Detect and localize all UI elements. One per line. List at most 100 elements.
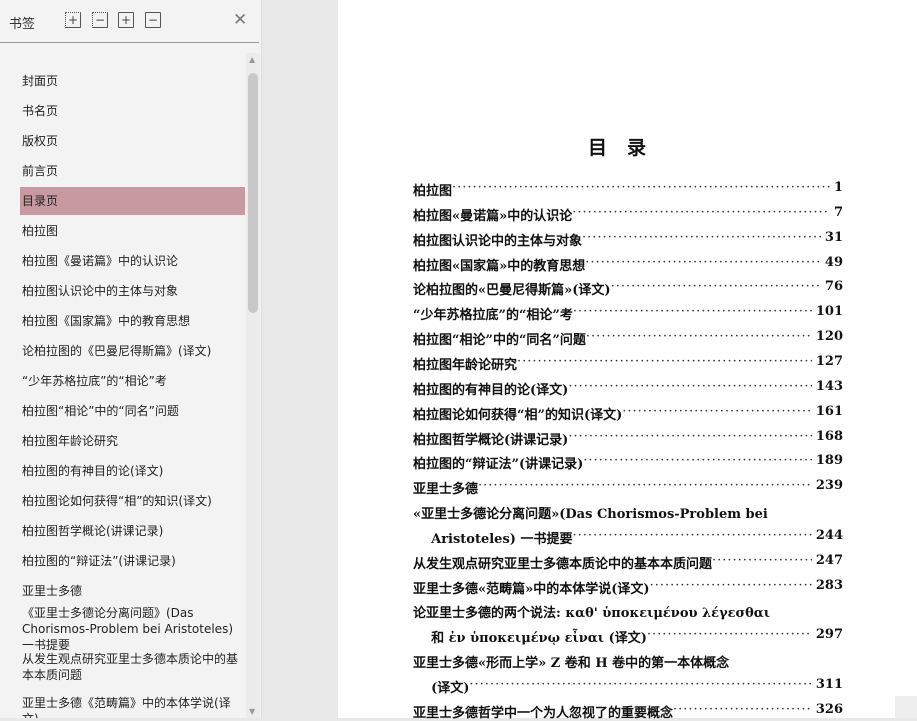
collapse-all-icon[interactable]: − bbox=[92, 12, 108, 28]
toc-entry[interactable]: 柏拉图哲学概论(讲课记录) 168 bbox=[413, 429, 843, 448]
toc-entry[interactable]: 柏拉图«曼诺篇»中的认识论 7 bbox=[413, 205, 843, 224]
toc-entry-page: 239 bbox=[815, 478, 843, 494]
scroll-up-icon[interactable]: ▲ bbox=[249, 55, 255, 64]
expand-all-icon[interactable]: + bbox=[65, 12, 81, 28]
scrollbar[interactable]: ▲ ▼ bbox=[246, 53, 260, 718]
toc-entry-title: 亚里士多德 bbox=[413, 482, 479, 498]
toc-entry[interactable]: 论亚里士多德的两个说法: καθ' ὑποκειμένου λέγεσθαι bbox=[413, 602, 843, 621]
toc-entry[interactable]: 柏拉图认识论中的主体与对象 31 bbox=[413, 230, 843, 249]
leader-dots bbox=[586, 329, 812, 348]
bookmark-header: 书签 + − + − ✕ bbox=[0, 0, 259, 43]
toc-entry-page: 244 bbox=[815, 527, 843, 543]
toc-entry[interactable]: 柏拉图论如何获得“相”的知识(译文) 161 bbox=[413, 404, 843, 423]
bookmark-item[interactable]: 前言页 bbox=[20, 157, 245, 185]
bookmark-item[interactable]: 亚里士多德《范畴篇》中的本体学说(译文) bbox=[20, 689, 245, 718]
toc-entry-page: 189 bbox=[815, 453, 843, 469]
leader-dots bbox=[452, 180, 830, 199]
bookmark-item[interactable]: 柏拉图哲学概论(讲课记录) bbox=[20, 517, 245, 545]
document-page: 目录 柏拉图 1 柏拉图«曼诺篇»中的认识论 7 柏拉图认识论中的主体与对象 31 柏拉图«… bbox=[338, 0, 917, 721]
toc-entry-page: 283 bbox=[815, 577, 843, 593]
scroll-down-icon[interactable]: ▼ bbox=[249, 707, 255, 716]
toc-entry-page: 7 bbox=[833, 204, 843, 220]
toc-entry[interactable]: 柏拉图年龄论研究 127 bbox=[413, 354, 843, 373]
bookmark-item[interactable]: 柏拉图《曼诺篇》中的认识论 bbox=[20, 247, 245, 275]
bookmark-list: 封面页 书名页 版权页 前言页 目录页 柏拉图 柏拉图《曼诺篇》中的认识论 柏拉图认识论中的主… bbox=[0, 53, 246, 718]
bookmark-item[interactable]: 封面页 bbox=[20, 67, 245, 95]
toc-entry-page: 101 bbox=[815, 304, 843, 320]
bookmark-item[interactable]: 柏拉图的有神目的论(译文) bbox=[20, 457, 245, 485]
leader-dots bbox=[611, 279, 821, 298]
leader-dots bbox=[572, 205, 830, 224]
toc-entry-title: 亚里士多德«形而上学» Z 卷和 H 卷中的第一本体概念 bbox=[413, 656, 730, 672]
leader-dots bbox=[582, 230, 821, 249]
toc-entry[interactable]: 柏拉图的有神目的论(译文) 143 bbox=[413, 379, 843, 398]
toc-entry-page: 311 bbox=[815, 677, 843, 692]
bookmark-item[interactable]: 版权页 bbox=[20, 127, 245, 155]
toc-entry-title: 柏拉图 bbox=[413, 184, 453, 199]
toc-entry[interactable]: “少年苏格拉底”的“相论”考 101 bbox=[413, 304, 843, 323]
bookmark-item[interactable]: 柏拉图的“辩证法”(讲课记录) bbox=[20, 547, 245, 575]
leader-dots bbox=[712, 553, 812, 572]
toc-entry-page: 49 bbox=[824, 254, 843, 270]
toc-entry-page: 127 bbox=[815, 353, 843, 369]
toc-entry-page: 168 bbox=[815, 428, 843, 444]
bookmark-item[interactable]: 柏拉图 bbox=[20, 217, 245, 245]
toc-entry[interactable]: 柏拉图的“辩证法”(讲课记录) 189 bbox=[413, 453, 843, 472]
bookmark-item[interactable]: 柏拉图论如何获得“相”的知识(译文) bbox=[20, 487, 245, 515]
toc-entry-title: 柏拉图«曼诺篇»中的认识论 bbox=[413, 208, 573, 224]
toc-entry[interactable]: Aristoteles) 一书提要 244 bbox=[413, 528, 843, 547]
add-bookmark-icon[interactable]: + bbox=[118, 12, 134, 28]
bookmark-item[interactable]: 论柏拉图的《巴曼尼得斯篇》(译文) bbox=[20, 337, 245, 365]
bookmark-item[interactable]: 从发生观点研究亚里士多德本质论中的基本本质问题 bbox=[20, 645, 245, 689]
toc-entry[interactable]: 柏拉图«国家篇»中的教育思想 49 bbox=[413, 255, 843, 274]
leader-dots bbox=[568, 429, 812, 448]
toc-entry[interactable]: 从发生观点研究亚里士多德本质论中的基本本质问题 247 bbox=[413, 553, 843, 572]
toc-entry-page: 247 bbox=[815, 552, 843, 568]
toc-entry-title: 柏拉图论如何获得“相”的知识(译文) bbox=[413, 407, 623, 423]
bookmark-item[interactable]: 柏拉图认识论中的主体与对象 bbox=[20, 277, 245, 305]
bookmark-item[interactable]: 目录页 bbox=[20, 187, 245, 215]
toc-entry-title: 柏拉图哲学概论(讲课记录) bbox=[413, 432, 569, 448]
leader-dots bbox=[650, 578, 812, 597]
leader-dots bbox=[469, 677, 811, 696]
toc-entry-page: 297 bbox=[815, 627, 843, 643]
toc-entry[interactable]: «亚里士多德论分离问题»(Das Chorismos-Problem bei bbox=[413, 503, 843, 522]
remove-bookmark-icon[interactable]: − bbox=[145, 12, 161, 28]
toc-entry-title: “少年苏格拉底”的“相论”考 bbox=[413, 308, 573, 324]
toc-entry-title: 柏拉图认识论中的主体与对象 bbox=[413, 233, 583, 249]
corner-button[interactable] bbox=[895, 696, 917, 718]
toc-entry-page: 31 bbox=[824, 229, 843, 245]
leader-dots bbox=[517, 354, 812, 373]
toc-entry[interactable]: 和 ἐν ὑποκειμένῳ εἶναι (译文) 297 bbox=[413, 627, 843, 646]
toc-entry[interactable]: 亚里士多德 239 bbox=[413, 478, 843, 497]
toc-entry-title: Aristoteles) 一书提要 bbox=[413, 531, 573, 547]
page-title: 目录 bbox=[588, 137, 667, 159]
toc-entry[interactable]: 亚里士多德«形而上学» Z 卷和 H 卷中的第一本体概念 bbox=[413, 652, 843, 671]
toc-entry[interactable]: 柏拉图“相论”中的“同名”问题 120 bbox=[413, 329, 843, 348]
toc-entry-title: 和 ἐν ὑποκειμένῳ εἶναι (译文) bbox=[413, 631, 647, 647]
leader-dots bbox=[647, 627, 812, 646]
toc-entry[interactable]: (译文) 311 bbox=[413, 677, 843, 696]
bookmark-item[interactable]: “少年苏格拉底”的“相论”考 bbox=[20, 367, 245, 395]
scrollbar-thumb[interactable] bbox=[248, 73, 258, 313]
leader-dots bbox=[573, 304, 812, 323]
toc-entry[interactable]: 论柏拉图的«巴曼尼得斯篇»(译文) 76 bbox=[413, 279, 843, 298]
leader-dots bbox=[622, 404, 812, 423]
bookmark-panel-title: 书签 bbox=[9, 17, 36, 32]
bookmark-item[interactable]: 柏拉图年龄论研究 bbox=[20, 427, 245, 455]
leader-dots bbox=[572, 528, 811, 547]
leader-dots bbox=[585, 255, 821, 274]
toc-entry[interactable]: 柏拉图 1 bbox=[413, 180, 843, 199]
toc-entry[interactable]: 亚里士多德«范畴篇»中的本体学说(译文) 283 bbox=[413, 578, 843, 597]
toc-entry-title: 柏拉图«国家篇»中的教育思想 bbox=[413, 258, 586, 274]
toc-entry-title: 柏拉图“相论”中的“同名”问题 bbox=[413, 333, 586, 349]
leader-dots bbox=[478, 478, 812, 497]
bookmark-item[interactable]: 柏拉图《国家篇》中的教育思想 bbox=[20, 307, 245, 335]
toc-entry-page: 143 bbox=[815, 378, 843, 394]
close-icon[interactable]: ✕ bbox=[233, 10, 247, 30]
bookmark-item[interactable]: 书名页 bbox=[20, 97, 245, 125]
toc-entry-page: 1 bbox=[833, 180, 843, 195]
toc-entry-title: 亚里士多德«范畴篇»中的本体学说(译文) bbox=[413, 581, 650, 597]
bookmark-item[interactable]: 柏拉图“相论”中的“同名”问题 bbox=[20, 397, 245, 425]
leader-dots bbox=[568, 379, 812, 398]
